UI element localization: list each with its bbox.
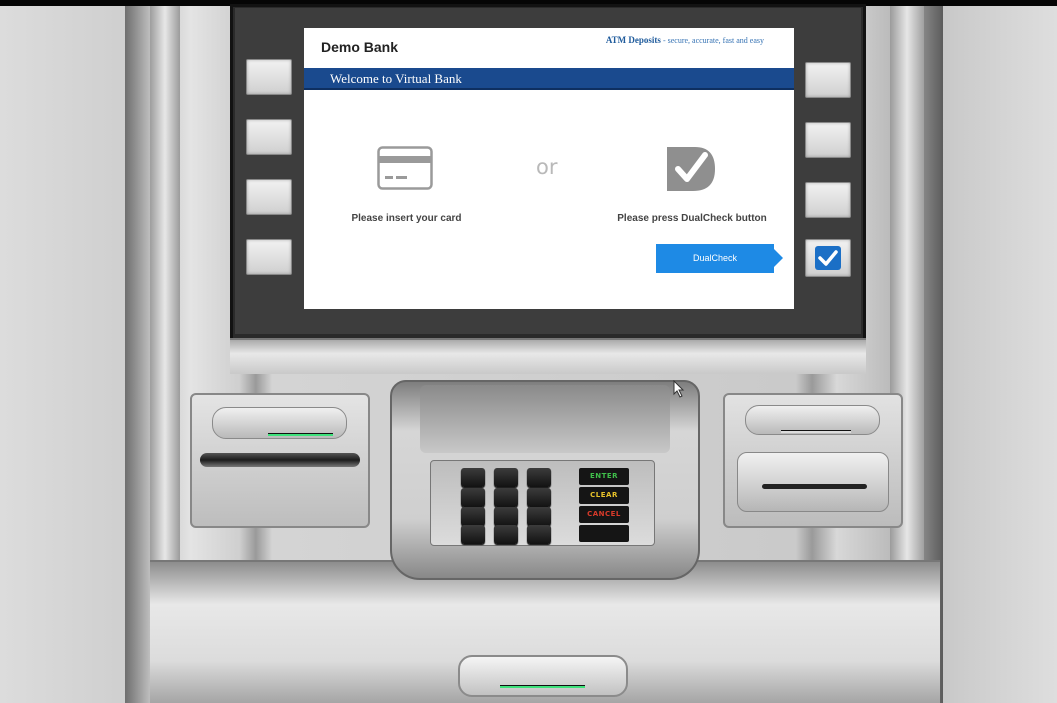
mouse-cursor-icon	[673, 379, 685, 398]
checkbox-checked-icon	[815, 246, 841, 270]
keypad-key[interactable]	[461, 525, 485, 544]
welcome-bar: Welcome to Virtual Bank	[304, 68, 794, 90]
enter-key[interactable]: ENTER	[579, 468, 629, 485]
card-icon	[377, 146, 433, 190]
clear-key[interactable]: CLEAR	[579, 487, 629, 504]
receipt-holder	[737, 452, 889, 512]
keypad-key[interactable]	[461, 468, 485, 487]
screen-lip	[230, 338, 866, 374]
keypad-key[interactable]	[494, 507, 518, 526]
keypad-key[interactable]	[527, 488, 551, 507]
background-left	[0, 0, 128, 703]
receipt-lip	[745, 405, 880, 435]
keypad: ENTER CLEAR CANCEL	[430, 460, 655, 546]
receipt-module	[723, 393, 903, 528]
keypad-key[interactable]	[527, 468, 551, 487]
keypad-privacy-recess	[420, 385, 670, 453]
card-reader-lip	[212, 407, 347, 439]
receipt-led	[781, 430, 851, 433]
card-reader-module	[190, 393, 370, 528]
tagline: ATM Deposits - secure, accurate, fast an…	[564, 35, 764, 46]
keypad-key[interactable]	[527, 507, 551, 526]
dualcheck-prompt: Please press DualCheck button	[617, 213, 767, 224]
side-key-left-3[interactable]	[246, 179, 292, 215]
side-key-left-4[interactable]	[246, 239, 292, 275]
keypad-key[interactable]	[461, 488, 485, 507]
cash-dispenser-led	[500, 685, 585, 688]
receipt-slot[interactable]	[762, 484, 867, 489]
atm-left-rail	[150, 4, 180, 564]
keypad-key[interactable]	[527, 525, 551, 544]
or-label: or	[536, 155, 558, 179]
bank-name: Demo Bank	[321, 39, 399, 55]
atm-screen: Demo Bank ATM Deposits - secure, accurat…	[304, 28, 794, 309]
keypad-key[interactable]	[494, 468, 518, 487]
screen-header: Demo Bank ATM Deposits - secure, accurat…	[304, 28, 794, 68]
side-key-left-2[interactable]	[246, 119, 292, 155]
keypad-key[interactable]	[461, 507, 485, 526]
keypad-key[interactable]	[494, 525, 518, 544]
card-reader-led	[268, 433, 333, 436]
background-right	[940, 0, 1057, 703]
side-key-right-1[interactable]	[805, 62, 851, 98]
card-slot[interactable]	[200, 453, 360, 467]
welcome-text: Welcome to Virtual Bank	[330, 71, 462, 86]
dualcheck-side-key[interactable]	[805, 239, 851, 277]
side-key-right-2[interactable]	[805, 122, 851, 158]
keypad-key[interactable]	[494, 488, 518, 507]
dualcheck-arrow-icon	[774, 249, 783, 267]
check-badge-icon	[665, 143, 717, 195]
side-key-left-1[interactable]	[246, 59, 292, 95]
cancel-key[interactable]: CANCEL	[579, 506, 629, 523]
tagline-sub: - secure, accurate, fast and easy	[660, 36, 764, 45]
side-key-right-3[interactable]	[805, 182, 851, 218]
dualcheck-button[interactable]: DualCheck	[656, 244, 774, 273]
insert-card-prompt: Please insert your card	[351, 213, 462, 224]
cash-dispenser[interactable]	[458, 655, 628, 697]
blank-function-key[interactable]	[579, 525, 629, 542]
tagline-main: ATM Deposits	[605, 35, 661, 45]
